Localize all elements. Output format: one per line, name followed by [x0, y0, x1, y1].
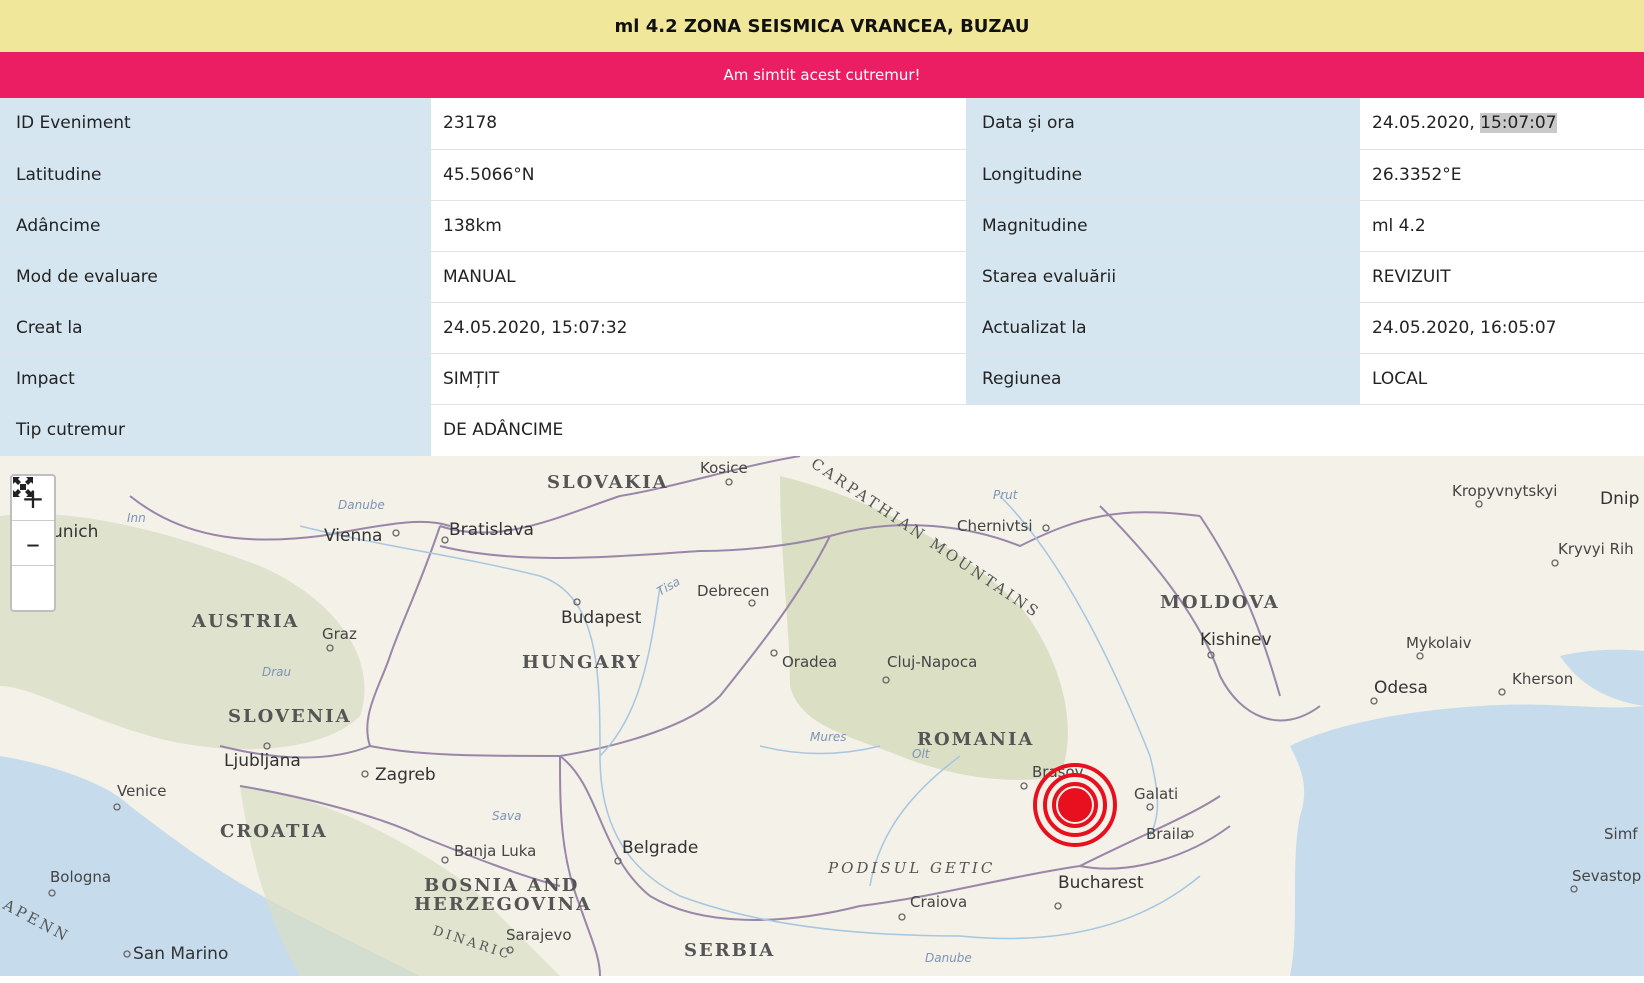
river-label: Olt: [912, 747, 931, 761]
river-label: Mures: [810, 730, 847, 744]
city-label: unich: [52, 522, 98, 542]
city-label: Bratislava: [449, 520, 534, 540]
city-label: Belgrade: [622, 838, 698, 858]
city-label: Craiova: [910, 893, 967, 911]
city-label: Odesa: [1374, 678, 1428, 698]
map-zoom-control: + –: [10, 474, 56, 612]
country-label: SLOVAKIA: [547, 472, 669, 493]
city-label: Bucharest: [1058, 873, 1144, 893]
label-latitude: Latitudine: [0, 149, 431, 201]
value-datetime: 24.05.2020, 15:07:07: [1360, 98, 1644, 150]
city-label: Zagreb: [375, 765, 436, 785]
city-label: Dnip: [1600, 489, 1639, 509]
country-label: MOLDOVA: [1160, 592, 1280, 613]
city-label: Chernivtsi: [957, 517, 1033, 535]
city-label: Ljubljana: [224, 751, 301, 771]
country-label: AUSTRIA: [191, 611, 299, 632]
epicenter-map[interactable]: SLOVAKIA AUSTRIA HUNGARY SLOVENIA CROATI…: [0, 456, 1644, 976]
river-label: Sava: [492, 809, 521, 823]
value-longitude: 26.3352°E: [1360, 149, 1644, 201]
label-updated: Actualizat la: [966, 302, 1360, 354]
table-row: Impact SIMȚIT Regiunea LOCAL: [0, 353, 1644, 405]
value-latitude: 45.5066°N: [431, 149, 966, 201]
city-label: Kryvyi Rih: [1558, 540, 1634, 558]
value-depth: 138km: [431, 200, 966, 252]
city-label: Budapest: [561, 608, 642, 628]
label-created: Creat la: [0, 302, 431, 354]
black-sea: [1290, 704, 1644, 976]
country-label: HERZEGOVINA: [414, 894, 592, 915]
city-label: Kosice: [700, 459, 748, 477]
city-label: Bologna: [50, 868, 111, 886]
country-label: CROATIA: [220, 821, 328, 842]
river-label: Danube: [925, 951, 972, 965]
country-label: SERBIA: [684, 940, 775, 961]
river-label: Danube: [338, 498, 385, 512]
city-label: Debrecen: [697, 582, 769, 600]
value-earthquake-type: DE ADÂNCIME: [431, 404, 1644, 456]
city-label: Galati: [1134, 785, 1178, 803]
city-label: Oradea: [782, 653, 837, 671]
label-magnitude: Magnitudine: [966, 200, 1360, 252]
event-details-table: ID Eveniment 23178 Data și ora 24.05.202…: [0, 98, 1644, 456]
city-label: Sevastop: [1572, 867, 1641, 885]
river-label: Prut: [993, 488, 1019, 502]
value-evaluation-mode: MANUAL: [431, 251, 966, 303]
city-label: Kherson: [1512, 670, 1573, 688]
city-label: Sarajevo: [506, 926, 572, 944]
city-label: Graz: [322, 625, 357, 643]
table-row: Latitudine 45.5066°N Longitudine 26.3352…: [0, 149, 1644, 201]
epicenter-marker[interactable]: [1033, 763, 1117, 847]
table-row: Mod de evaluare MANUAL Starea evaluării …: [0, 251, 1644, 303]
river-label: Tisa: [655, 574, 683, 598]
country-label: ROMANIA: [917, 729, 1034, 750]
felt-earthquake-button[interactable]: Am simtit acest cutremur!: [0, 52, 1644, 98]
value-updated: 24.05.2020, 16:05:07: [1360, 302, 1644, 354]
value-event-id: 23178: [431, 98, 966, 150]
table-row: ID Eveniment 23178 Data și ora 24.05.202…: [0, 98, 1644, 150]
label-event-id: ID Eveniment: [0, 98, 431, 150]
city-label: San Marino: [133, 944, 228, 964]
city-label: Mykolaiv: [1406, 634, 1472, 652]
label-region: Regiunea: [966, 353, 1360, 405]
datetime-date: 24.05.2020,: [1372, 113, 1481, 134]
city-label: Braila: [1146, 825, 1189, 843]
epicenter-dot: [1058, 788, 1092, 822]
value-evaluation-status: REVIZUIT: [1360, 251, 1644, 303]
zoom-out-button[interactable]: –: [12, 521, 54, 566]
label-impact: Impact: [0, 353, 431, 405]
map-canvas: SLOVAKIA AUSTRIA HUNGARY SLOVENIA CROATI…: [0, 456, 1644, 976]
city-label: Kropyvnytskyi: [1452, 482, 1557, 500]
city-label: Venice: [117, 782, 166, 800]
event-title: ml 4.2 ZONA SEISMICA VRANCEA, BUZAU: [0, 0, 1644, 52]
label-evaluation-mode: Mod de evaluare: [0, 251, 431, 303]
city-label: Cluj-Napoca: [887, 653, 977, 671]
range-label: PODISUL GETIC: [827, 859, 995, 877]
city-label: Vienna: [324, 526, 382, 546]
table-row: Adâncime 138km Magnitudine ml 4.2: [0, 200, 1644, 252]
value-magnitude: ml 4.2: [1360, 200, 1644, 252]
label-earthquake-type: Tip cutremur: [0, 404, 431, 456]
datetime-time: 15:07:07: [1480, 113, 1557, 134]
country-label: SLOVENIA: [228, 706, 352, 727]
value-impact: SIMȚIT: [431, 353, 966, 405]
city-label: Simf: [1604, 825, 1638, 843]
city-label: Banja Luka: [454, 842, 536, 860]
label-depth: Adâncime: [0, 200, 431, 252]
label-datetime: Data și ora: [966, 98, 1360, 150]
fullscreen-button[interactable]: [12, 477, 54, 610]
table-row: Tip cutremur DE ADÂNCIME: [0, 404, 1644, 456]
value-created: 24.05.2020, 15:07:32: [431, 302, 966, 354]
value-region: LOCAL: [1360, 353, 1644, 405]
label-longitude: Longitudine: [966, 149, 1360, 201]
label-evaluation-status: Starea evaluării: [966, 251, 1360, 303]
river-label: Inn: [127, 511, 146, 525]
country-label: BOSNIA AND: [424, 875, 579, 896]
river-label: Drau: [262, 665, 292, 679]
country-label: HUNGARY: [522, 652, 642, 673]
city-label: Kishinev: [1200, 630, 1272, 650]
fullscreen-icon: [13, 477, 33, 497]
table-row: Creat la 24.05.2020, 15:07:32 Actualizat…: [0, 302, 1644, 354]
